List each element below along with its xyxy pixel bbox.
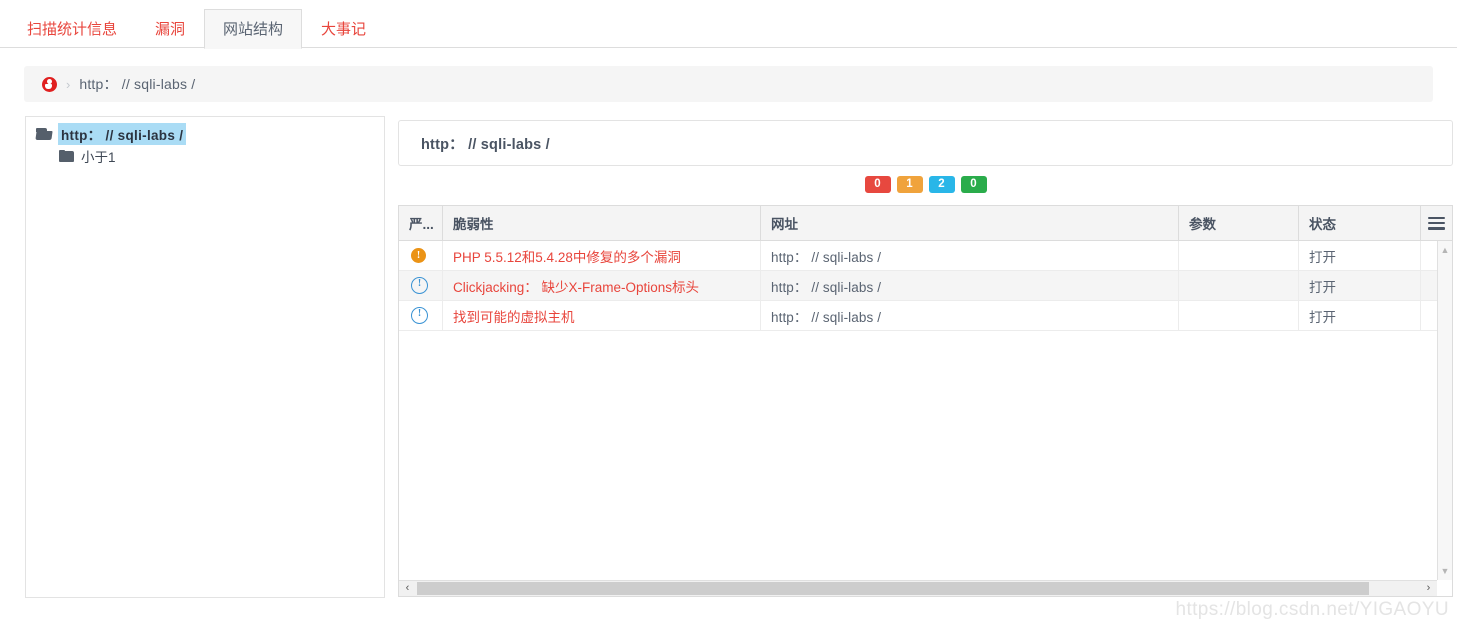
severity-badge-low[interactable]: 2 <box>928 176 955 193</box>
cell-severity: ! <box>399 271 443 300</box>
tab-bar: 扫描统计信息 漏洞 网站结构 大事记 <box>0 0 1457 49</box>
cell-vulnerability: PHP 5.5.12和5.4.28中修复的多个漏洞 <box>443 241 761 270</box>
selected-url-card: http： // sqli-labs / <box>398 120 1453 166</box>
severity-badge-high[interactable]: 0 <box>864 176 891 193</box>
table-row[interactable]: ! PHP 5.5.12和5.4.28中修复的多个漏洞 http： // sqli-… <box>399 241 1452 271</box>
column-header-severity[interactable]: 严... <box>399 206 443 240</box>
severity-info-icon: ! <box>411 307 428 324</box>
tab-list: 扫描统计信息 漏洞 网站结构 大事记 <box>8 0 385 49</box>
cell-url: http： // sqli-labs / <box>761 241 1179 270</box>
table-body: ! PHP 5.5.12和5.4.28中修复的多个漏洞 http： // sqli-… <box>399 241 1452 331</box>
vulnerability-link[interactable]: PHP 5.5.12和5.4.28中修复的多个漏洞 <box>453 246 681 266</box>
scroll-up-arrow-icon[interactable]: ▲ <box>1438 243 1452 257</box>
scroll-down-arrow-icon[interactable]: ▼ <box>1438 564 1452 578</box>
cell-parameter <box>1179 241 1299 270</box>
cell-state: 打开 <box>1299 271 1421 300</box>
cell-parameter <box>1179 301 1299 330</box>
column-header-state[interactable]: 状态 <box>1299 206 1421 240</box>
cell-state: 打开 <box>1299 241 1421 270</box>
vulnerability-link[interactable]: Clickjacking： 缺少X-Frame-Options标头 <box>453 276 699 296</box>
site-structure-tree-panel: http： // sqli-labs / 小于1 <box>25 116 385 598</box>
selected-url-title: http： // sqli-labs / <box>421 136 550 153</box>
tab-2[interactable]: 网站结构 <box>204 9 303 49</box>
severity-info-icon: ! <box>411 277 428 294</box>
tree-item-root[interactable]: http： // sqli-labs / <box>26 123 384 145</box>
folder-open-icon <box>36 128 51 140</box>
vulnerability-table: 严... 脆弱性 网址 参数 状态 ! PHP 5.5.12和5.4.28中修复的… <box>398 205 1453 597</box>
severity-badge-group: 0120 <box>398 176 1453 193</box>
cell-severity: ! <box>399 301 443 330</box>
table-row[interactable]: ! 找到可能的虚拟主机 http： // sqli-labs / 打开 <box>399 301 1452 331</box>
table-header-row: 严... 脆弱性 网址 参数 状态 <box>399 206 1452 241</box>
tab-1[interactable]: 漏洞 <box>136 9 204 49</box>
red-globe-icon <box>42 76 57 92</box>
tab-3[interactable]: 大事记 <box>302 9 385 49</box>
scroll-left-arrow-icon[interactable]: ‹ <box>399 581 416 596</box>
breadcrumb-separator-icon: › <box>66 76 71 92</box>
table-horizontal-scrollbar[interactable]: ‹ › <box>399 580 1437 596</box>
cell-url: http： // sqli-labs / <box>761 301 1179 330</box>
watermark: https://blog.csdn.net/YIGAOYU <box>1175 599 1449 620</box>
cell-parameter <box>1179 271 1299 300</box>
breadcrumb-item-url[interactable]: http： // sqli-labs / <box>79 74 195 94</box>
cell-url: http： // sqli-labs / <box>761 271 1179 300</box>
hamburger-menu-icon <box>1428 216 1445 230</box>
column-header-parameter[interactable]: 参数 <box>1179 206 1299 240</box>
table-row[interactable]: ! Clickjacking： 缺少X-Frame-Options标头 http： … <box>399 271 1452 301</box>
table-vertical-scrollbar[interactable]: ▲ ▼ <box>1437 241 1452 580</box>
horizontal-scroll-thumb[interactable] <box>417 582 1369 595</box>
breadcrumb: › http： // sqli-labs / <box>24 66 1433 102</box>
tree-item-child-label: 小于1 <box>81 150 116 165</box>
cell-vulnerability: 找到可能的虚拟主机 <box>443 301 761 330</box>
column-header-url[interactable]: 网址 <box>761 206 1179 240</box>
severity-badge-medium[interactable]: 1 <box>896 176 923 193</box>
cell-severity: ! <box>399 241 443 270</box>
table-menu-button[interactable] <box>1421 206 1452 240</box>
vulnerability-link[interactable]: 找到可能的虚拟主机 <box>453 306 575 326</box>
severity-medium-icon: ! <box>411 248 426 263</box>
column-header-vulnerability[interactable]: 脆弱性 <box>443 206 761 240</box>
cell-state: 打开 <box>1299 301 1421 330</box>
cell-vulnerability: Clickjacking： 缺少X-Frame-Options标头 <box>443 271 761 300</box>
severity-badge-info[interactable]: 0 <box>960 176 987 193</box>
scroll-right-arrow-icon[interactable]: › <box>1420 581 1437 596</box>
tree-item-child[interactable]: 小于1 <box>26 145 384 167</box>
tab-0[interactable]: 扫描统计信息 <box>8 9 136 49</box>
folder-closed-icon <box>59 150 74 162</box>
tree-item-root-label: http： // sqli-labs / <box>58 123 187 145</box>
